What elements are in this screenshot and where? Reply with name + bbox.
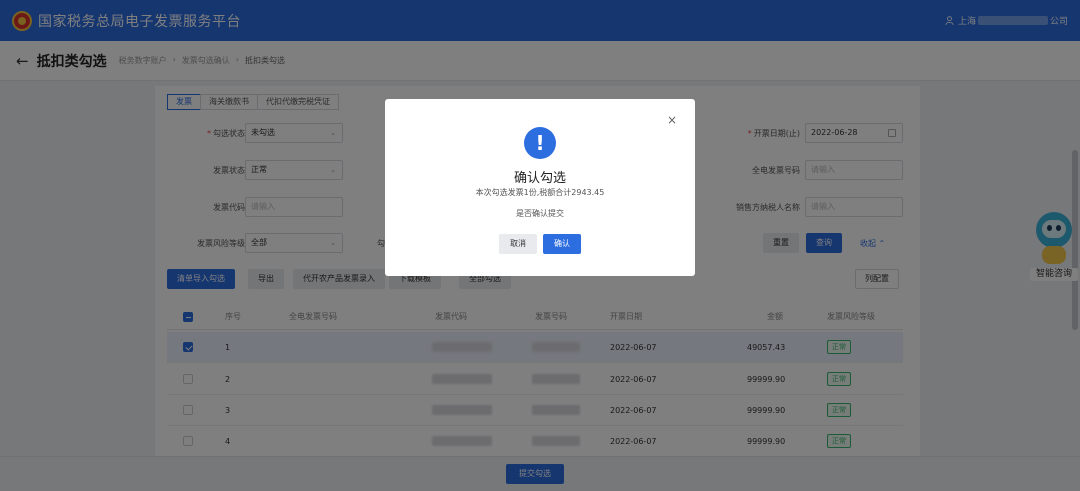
dialog-question: 是否确认提交 (516, 209, 564, 218)
dialog-summary: 本次勾选发票1份,税额合计2943.45 (475, 188, 605, 197)
confirm-button[interactable]: 确认 (543, 234, 581, 254)
close-icon[interactable]: × (667, 113, 677, 127)
dialog-title: 确认勾选 (513, 171, 566, 186)
confirm-check-dialog: × ! 确认勾选 本次勾选发票1份,税额合计2943.45 是否确认提交 取消 … (385, 99, 695, 276)
exclamation-info-icon: ! (524, 127, 556, 159)
cancel-button[interactable]: 取消 (499, 234, 537, 254)
